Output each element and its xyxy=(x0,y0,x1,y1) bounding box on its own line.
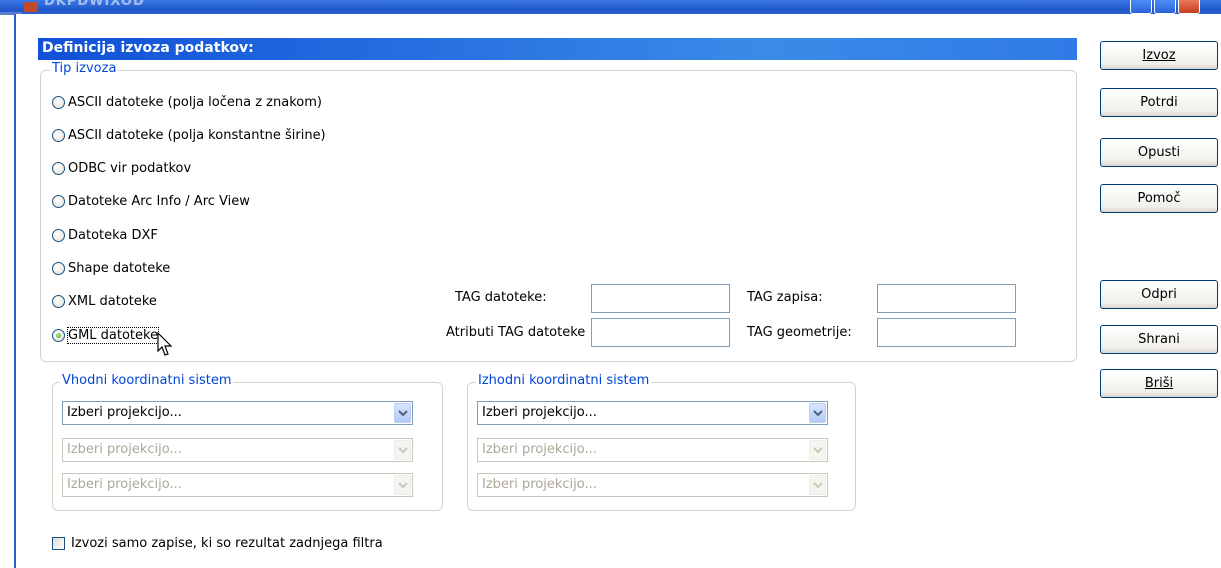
radio-label: ASCII datoteke (polja ločena z znakom) xyxy=(68,94,322,110)
combo-value: Izberi projekcijo... xyxy=(482,477,597,492)
minimize-button[interactable] xyxy=(1130,0,1152,14)
radio-button-selected[interactable] xyxy=(52,328,65,342)
radio-label: ODBC vir podatkov xyxy=(68,160,192,176)
radio-option-xml[interactable]: XML datoteke xyxy=(52,291,157,311)
maximize-button[interactable] xyxy=(1154,0,1176,14)
app-icon xyxy=(24,2,38,12)
output-crs-select-1[interactable]: Izberi projekcijo... xyxy=(477,401,828,425)
chevron-down-icon xyxy=(394,440,411,460)
radio-label: XML datoteke xyxy=(68,293,157,309)
tag-file-input[interactable] xyxy=(591,284,730,313)
save-button[interactable]: Shrani xyxy=(1100,325,1218,354)
radio-button[interactable] xyxy=(52,161,65,175)
export-type-legend: Tip izvoza xyxy=(50,61,119,76)
radio-option-shape[interactable]: Shape datoteke xyxy=(52,258,170,278)
combo-value: Izberi projekcijo... xyxy=(67,405,182,420)
radio-label: GML datoteke xyxy=(66,326,160,344)
input-crs-select-3[interactable]: Izberi projekcijo... xyxy=(62,473,413,497)
chevron-down-icon xyxy=(394,475,411,495)
page-title-bar: Definicija izvoza podatkov: xyxy=(38,38,1077,60)
chevron-down-icon[interactable] xyxy=(394,403,411,423)
radio-button[interactable] xyxy=(52,95,65,109)
tag-geometry-input[interactable] xyxy=(877,318,1016,347)
combo-value: Izberi projekcijo... xyxy=(67,442,182,457)
tag-file-label: TAG datoteke: xyxy=(455,290,547,305)
radio-label: Datoteke Arc Info / Arc View xyxy=(68,193,250,209)
radio-option-ascii-fixed[interactable]: ASCII datoteke (polja konstantne širine) xyxy=(52,125,326,145)
radio-option-ascii-delimited[interactable]: ASCII datoteke (polja ločena z znakom) xyxy=(52,92,322,112)
attr-tag-file-input[interactable] xyxy=(591,318,730,347)
mouse-pointer-icon xyxy=(157,332,173,356)
input-crs-legend: Vhodni koordinatni sistem xyxy=(60,373,234,388)
cancel-button[interactable]: Opusti xyxy=(1100,138,1218,167)
radio-option-dxf[interactable]: Datoteka DXF xyxy=(52,225,158,245)
export-button-label: Izvoz xyxy=(1142,48,1176,63)
tag-record-input[interactable] xyxy=(877,284,1016,313)
delete-button-label: Briši xyxy=(1144,376,1174,391)
radio-option-odbc[interactable]: ODBC vir podatkov xyxy=(52,158,191,178)
radio-button[interactable] xyxy=(52,194,65,208)
combo-value: Izberi projekcijo... xyxy=(482,405,597,420)
attr-tag-file-label: Atributi TAG datoteke xyxy=(446,325,586,340)
page-title: Definicija izvoza podatkov: xyxy=(42,40,254,56)
close-button[interactable] xyxy=(1178,0,1200,14)
filter-option[interactable]: Izvozi samo zapise, ki so rezultat zadnj… xyxy=(52,536,383,551)
radio-option-arcinfo[interactable]: Datoteke Arc Info / Arc View xyxy=(52,191,250,211)
radio-label: Shape datoteke xyxy=(68,260,171,276)
cancel-button-label: Opusti xyxy=(1137,145,1181,160)
combo-value: Izberi projekcijo... xyxy=(67,477,182,492)
radio-option-gml[interactable]: GML datoteke xyxy=(52,325,160,345)
tag-record-label: TAG zapisa: xyxy=(747,290,823,305)
filter-checkbox-label: Izvozi samo zapise, ki so rezultat zadnj… xyxy=(71,536,383,551)
help-button[interactable]: Pomoč xyxy=(1100,184,1218,213)
input-crs-select-1[interactable]: Izberi projekcijo... xyxy=(62,401,413,425)
delete-button[interactable]: Briši xyxy=(1100,369,1218,398)
radio-button[interactable] xyxy=(52,261,65,275)
confirm-button-label: Potrdi xyxy=(1140,95,1178,110)
chevron-down-icon xyxy=(809,440,826,460)
radio-button[interactable] xyxy=(52,128,65,142)
confirm-button[interactable]: Potrdi xyxy=(1100,88,1218,117)
chevron-down-icon[interactable] xyxy=(809,403,826,423)
output-crs-select-2[interactable]: Izberi projekcijo... xyxy=(477,438,828,462)
window-titlebar: DKPDWIXOD xyxy=(0,0,1221,14)
window-title: DKPDWIXOD xyxy=(44,0,145,9)
output-crs-legend: Izhodni koordinatni sistem xyxy=(476,373,652,388)
help-button-label: Pomoč xyxy=(1137,191,1181,206)
tag-geometry-label: TAG geometrije: xyxy=(747,325,852,340)
export-button[interactable]: Izvoz xyxy=(1100,41,1218,70)
combo-value: Izberi projekcijo... xyxy=(482,442,597,457)
chevron-down-icon xyxy=(809,475,826,495)
open-button-label: Odpri xyxy=(1141,287,1177,302)
radio-button[interactable] xyxy=(52,228,65,242)
radio-button[interactable] xyxy=(52,294,65,308)
filter-checkbox[interactable] xyxy=(52,537,65,550)
radio-label: ASCII datoteke (polja konstantne širine) xyxy=(68,127,326,143)
save-button-label: Shrani xyxy=(1138,332,1180,347)
input-crs-select-2[interactable]: Izberi projekcijo... xyxy=(62,438,413,462)
radio-label: Datoteka DXF xyxy=(68,227,158,243)
output-crs-select-3[interactable]: Izberi projekcijo... xyxy=(477,473,828,497)
open-button[interactable]: Odpri xyxy=(1100,280,1218,309)
